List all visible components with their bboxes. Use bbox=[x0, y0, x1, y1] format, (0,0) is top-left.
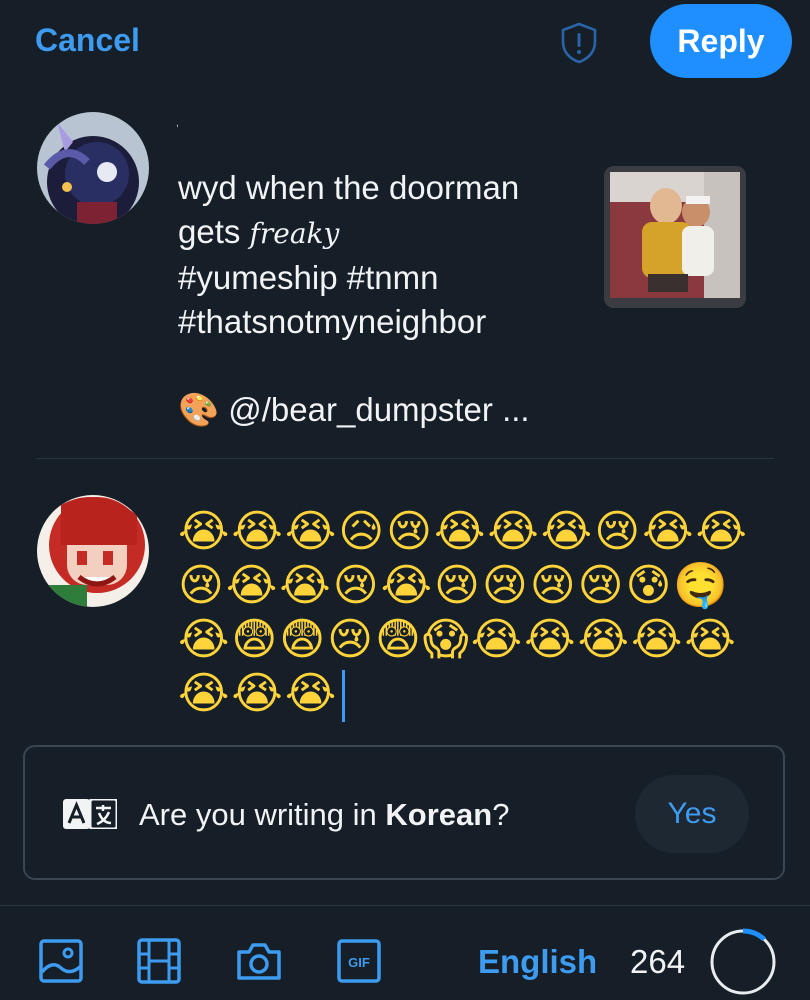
reply-text: 😭😭😭😥😢😭😭😭😢😭😭😢😭😭😢😭😢😢😢😢😰🤤😭😨😨😢😨😱😭😭😭😭😭😭😭😭 bbox=[178, 506, 749, 719]
post-image-thumbnail[interactable] bbox=[604, 166, 746, 308]
language-question: Are you writing in Korean? bbox=[139, 797, 510, 832]
gif-label: GIF bbox=[348, 955, 370, 970]
post-hashtags: #thatsnotmyneighbor bbox=[178, 303, 487, 340]
yes-button[interactable]: Yes bbox=[635, 775, 749, 853]
language-selector[interactable]: English bbox=[478, 943, 597, 981]
video-icon[interactable] bbox=[136, 938, 182, 984]
reply-text-input[interactable]: 😭😭😭😥😢😭😭😭😢😭😭😢😭😭😢😭😢😢😢😢😰🤤😭😨😨😢😨😱😭😭😭😭😭😭😭😭 bbox=[178, 505, 778, 722]
gif-icon[interactable]: GIF bbox=[336, 938, 382, 984]
avatar[interactable] bbox=[37, 495, 149, 607]
post-line-text: gets bbox=[178, 213, 250, 250]
freaky-word: freaky bbox=[249, 217, 340, 250]
parent-post-text: wyd when the doorman gets freaky #yumesh… bbox=[178, 166, 588, 432]
character-progress-ring bbox=[709, 928, 777, 996]
credit-text: @/bear_dumpster ... bbox=[228, 391, 530, 428]
image-icon[interactable] bbox=[38, 938, 84, 984]
palette-icon: 🎨 bbox=[178, 391, 220, 428]
shield-icon[interactable] bbox=[556, 20, 602, 66]
post-line: wyd when the doorman bbox=[178, 169, 520, 206]
text-cursor bbox=[342, 670, 346, 722]
divider bbox=[36, 458, 774, 459]
camera-icon[interactable] bbox=[236, 938, 282, 984]
divider bbox=[0, 905, 810, 906]
character-count: 264 bbox=[630, 943, 686, 980]
translate-icon bbox=[63, 799, 117, 829]
cancel-button[interactable]: Cancel bbox=[35, 22, 140, 59]
detected-language: Korean bbox=[385, 797, 493, 832]
post-hashtags: #yumeship #tnmn bbox=[178, 259, 439, 296]
avatar[interactable] bbox=[37, 112, 149, 224]
language-detection-banner: Are you writing in Korean? Yes bbox=[23, 745, 785, 880]
reply-button[interactable]: Reply bbox=[650, 4, 792, 78]
post-credit: 🎨 @/bear_dumpster ... bbox=[178, 388, 588, 432]
composer-header: Cancel Reply bbox=[0, 0, 810, 90]
post-meta-mark: , bbox=[176, 118, 179, 129]
post-line: gets freaky bbox=[178, 210, 588, 256]
